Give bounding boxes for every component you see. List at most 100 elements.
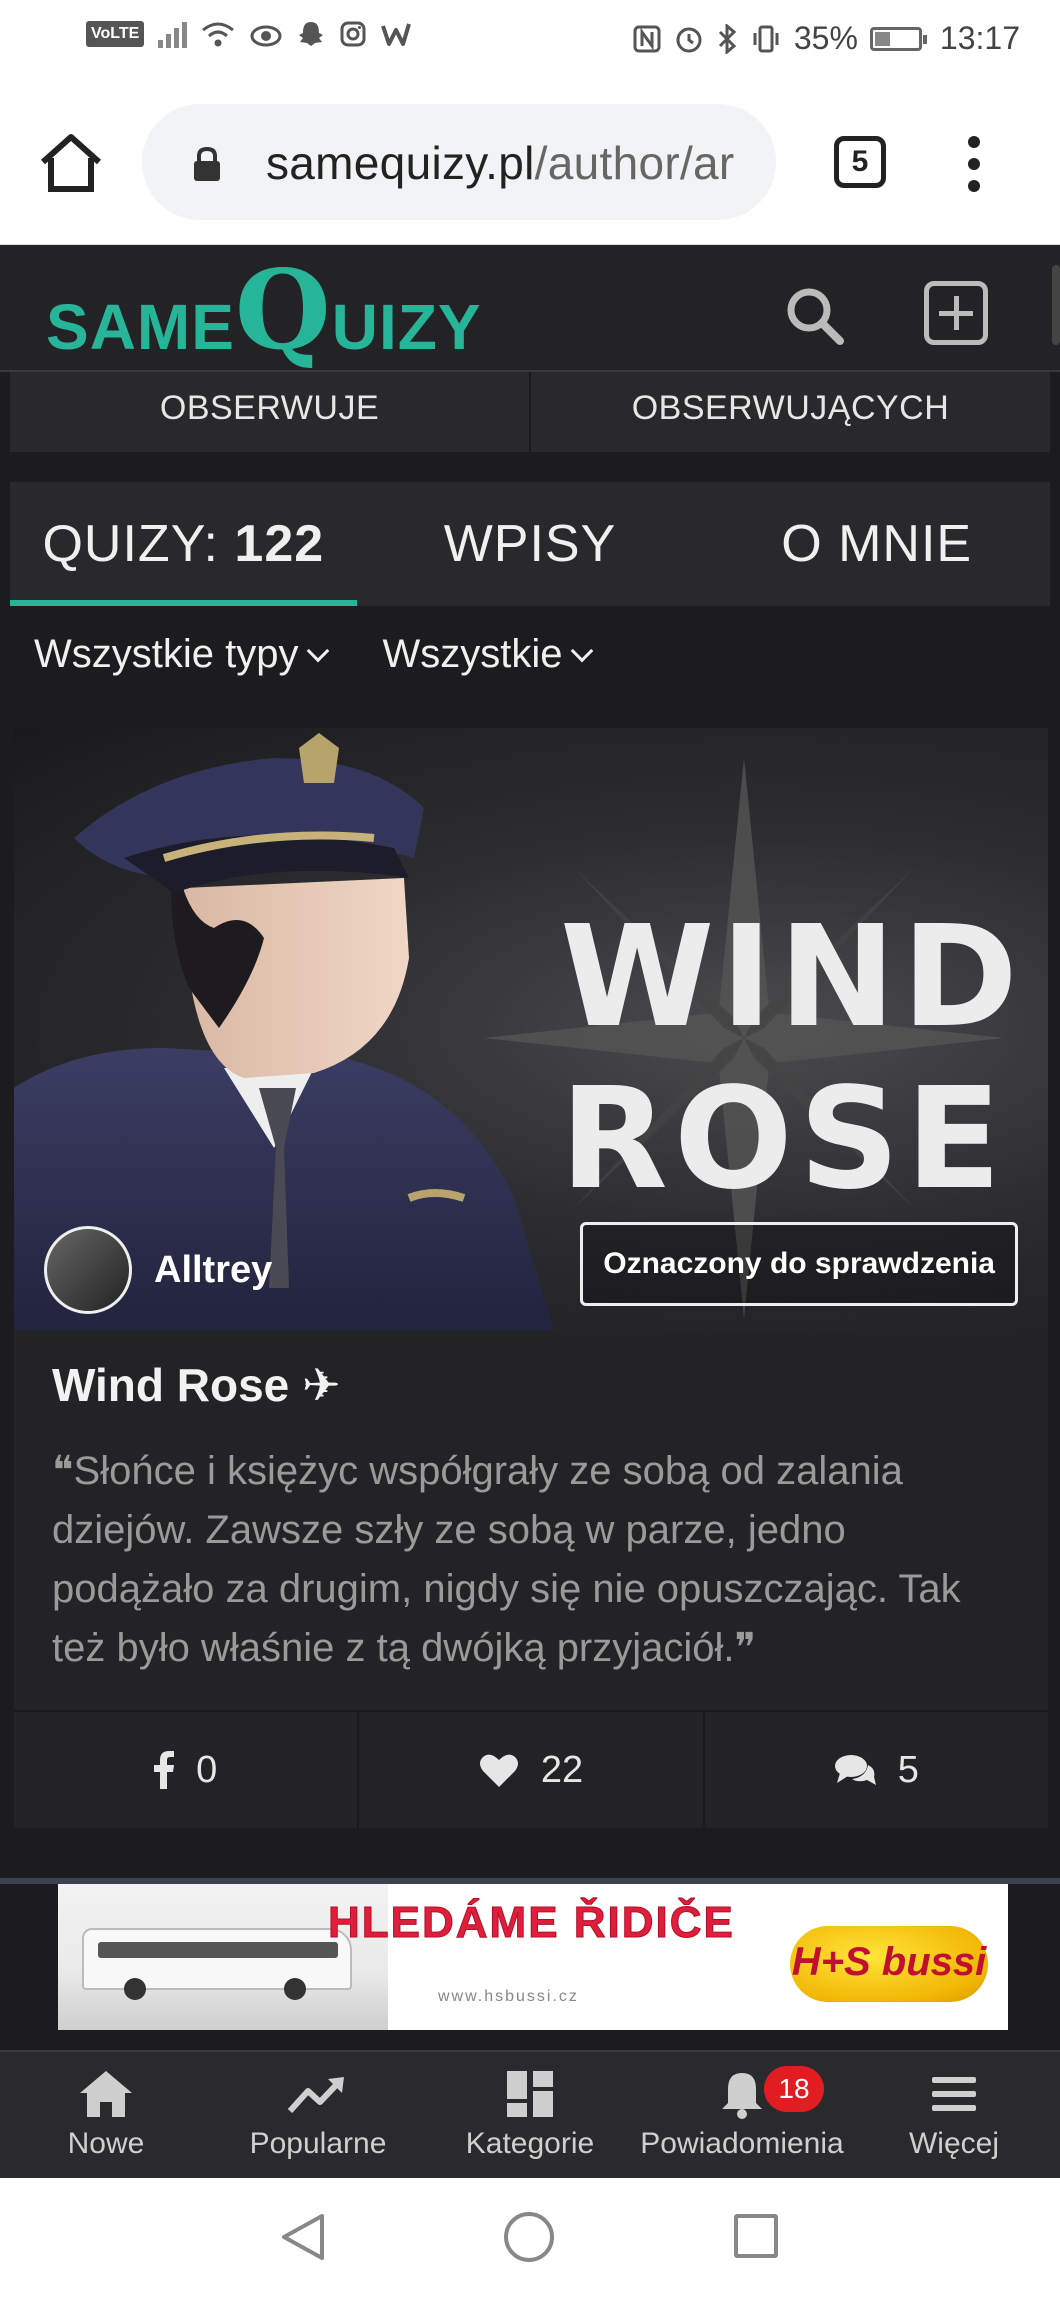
nav-categories[interactable]: Kategorie [424, 2052, 636, 2178]
following-button[interactable]: OBSERWUJE [10, 372, 529, 452]
nav-new[interactable]: Nowe [0, 2052, 212, 2178]
cover-title-line2: ROSE [560, 1058, 1008, 1221]
ad-logo-text: H+S bussi [791, 1940, 987, 1984]
wifi-icon [202, 22, 235, 47]
tabs-icon[interactable]: 5 [834, 136, 886, 188]
url-bar[interactable]: samequizy.pl/author/ar [142, 104, 776, 220]
quiz-card[interactable]: WIND ROSE Alltrey Oznaczony do sprawdzen… [14, 728, 1048, 1828]
cover-title-line1: WIND [560, 896, 1024, 1059]
like-button[interactable]: 22 [357, 1712, 702, 1828]
quiz-description-text: Słońce i księżyc współgrały ze sobą od z… [52, 1449, 961, 1670]
ad-banner[interactable]: HLEDÁME ŘIDIČE www.hsbussi.cz H+S bussi [58, 1884, 1008, 2030]
scope-filter-label: Wszystkie [382, 632, 563, 676]
instagram-icon [340, 21, 366, 47]
home-circle-icon[interactable] [504, 2212, 554, 2262]
quiz-author[interactable]: Alltrey [44, 1226, 272, 1314]
follow-stats: OBSERWUJE OBSERWUJĄCYCH [10, 372, 1050, 452]
quote-open-icon: ❝ [52, 1449, 74, 1493]
bluetooth-icon [718, 23, 737, 54]
url-path: /author/ar [534, 137, 735, 189]
followers-button[interactable]: OBSERWUJĄCYCH [529, 372, 1050, 452]
clock: 13:17 [939, 20, 1020, 56]
eye-icon [250, 25, 282, 47]
tab-quizzes[interactable]: QUIZY: 122 [10, 482, 357, 606]
add-square-icon[interactable] [924, 281, 988, 345]
grid-icon [507, 2071, 553, 2117]
scope-filter-dropdown[interactable]: Wszystkie [382, 632, 594, 677]
facebook-icon [154, 1751, 175, 1789]
snapchat-icon [299, 22, 324, 46]
wattpad-icon [381, 23, 412, 46]
status-right-icons: 35% 13:17 [632, 20, 1020, 57]
back-icon[interactable] [280, 2212, 326, 2262]
share-count: 0 [196, 1748, 218, 1791]
battery-percent: 35% [793, 20, 858, 56]
nav-notifications[interactable]: Powiadomienia 18 [636, 2052, 848, 2178]
nfc-icon [633, 25, 661, 52]
bus-graphic [82, 1928, 352, 2000]
notification-count-badge: 18 [764, 2066, 824, 2112]
hamburger-icon [932, 2077, 976, 2111]
alarm-icon [676, 27, 702, 52]
type-filter-label: Wszystkie typy [34, 632, 299, 676]
lock-icon [194, 146, 220, 181]
quiz-cover-image[interactable]: WIND ROSE Alltrey Oznaczony do sprawdzen… [14, 728, 1048, 1330]
browser-toolbar: samequizy.pl/author/ar 5 [0, 80, 1060, 245]
avatar[interactable] [44, 1226, 132, 1314]
nav-new-label: Nowe [67, 2127, 145, 2160]
like-count: 22 [540, 1748, 584, 1791]
home-icon [80, 2071, 132, 2117]
nav-more-label: Więcej [908, 2127, 999, 2160]
ad-url: www.hsbussi.cz [438, 1988, 579, 2005]
bell-icon [722, 2073, 762, 2119]
author-name[interactable]: Alltrey [154, 1249, 272, 1292]
nav-popular-label: Popularne [249, 2127, 387, 2160]
url-domain: samequizy.pl [266, 137, 535, 189]
tab-quizzes-label: QUIZY: [42, 515, 235, 573]
home-icon[interactable] [38, 132, 104, 194]
battery-level [874, 31, 891, 46]
ad-logo: H+S bussi [790, 1926, 988, 2002]
chevron-down-icon [307, 639, 330, 662]
comments-button[interactable]: 5 [702, 1712, 1048, 1828]
system-navigation-bar [0, 2178, 1060, 2297]
battery-icon [869, 26, 927, 51]
profile-tabs: QUIZY: 122 WPISY O MNIE [10, 482, 1050, 606]
type-filter-dropdown[interactable]: Wszystkie typy [34, 632, 330, 677]
logo-q: Q [234, 245, 332, 374]
signal-icon [158, 20, 188, 48]
logo-suffix: UIZY [331, 291, 482, 363]
volte-icon: VoLTE [86, 21, 145, 47]
quiz-stats: 0 22 5 [14, 1712, 1048, 1828]
nav-categories-label: Kategorie [465, 2127, 595, 2160]
share-facebook-button[interactable]: 0 [14, 1712, 357, 1828]
status-bar: VoLTE 35% 13:17 [0, 0, 1060, 80]
bottom-navigation: Nowe Popularne Kategorie Powiadomienia 1… [0, 2050, 1060, 2178]
recents-icon[interactable] [734, 2214, 778, 2258]
vibrate-icon [753, 25, 779, 52]
url-text: samequizy.pl/author/ar [266, 136, 735, 190]
filter-bar: Wszystkie typy Wszystkie [34, 632, 594, 677]
comments-icon [834, 1755, 876, 1785]
nav-popular[interactable]: Popularne [212, 2052, 424, 2178]
tab-posts[interactable]: WPISY [357, 482, 704, 606]
nav-more[interactable]: Więcej [848, 2052, 1060, 2178]
ad-headline: HLEDÁME ŘIDIČE [328, 1898, 735, 1948]
comment-count: 5 [897, 1748, 919, 1791]
tab-about[interactable]: O MNIE [703, 482, 1050, 606]
search-icon[interactable] [784, 285, 846, 347]
quiz-description: ❝Słońce i księżyc współgrały ze sobą od … [52, 1442, 1012, 1678]
quiz-title[interactable]: Wind Rose ✈ [52, 1358, 341, 1412]
more-vert-icon[interactable] [968, 136, 982, 194]
quote-close-icon: ❞ [734, 1626, 757, 1670]
status-left-icons: VoLTE [86, 20, 412, 48]
site-logo[interactable]: SAME Q UIZY [46, 255, 482, 365]
heart-icon [479, 1754, 518, 1787]
status-badge: Oznaczony do sprawdzenia [580, 1222, 1018, 1306]
tab-quizzes-count: 122 [234, 515, 325, 573]
chevron-down-icon [571, 639, 594, 662]
trending-icon [288, 2077, 344, 2114]
cover-title-text: WIND ROSE [560, 908, 1024, 1210]
page-scrollbar[interactable] [1052, 265, 1060, 345]
logo-prefix: SAME [46, 291, 235, 363]
